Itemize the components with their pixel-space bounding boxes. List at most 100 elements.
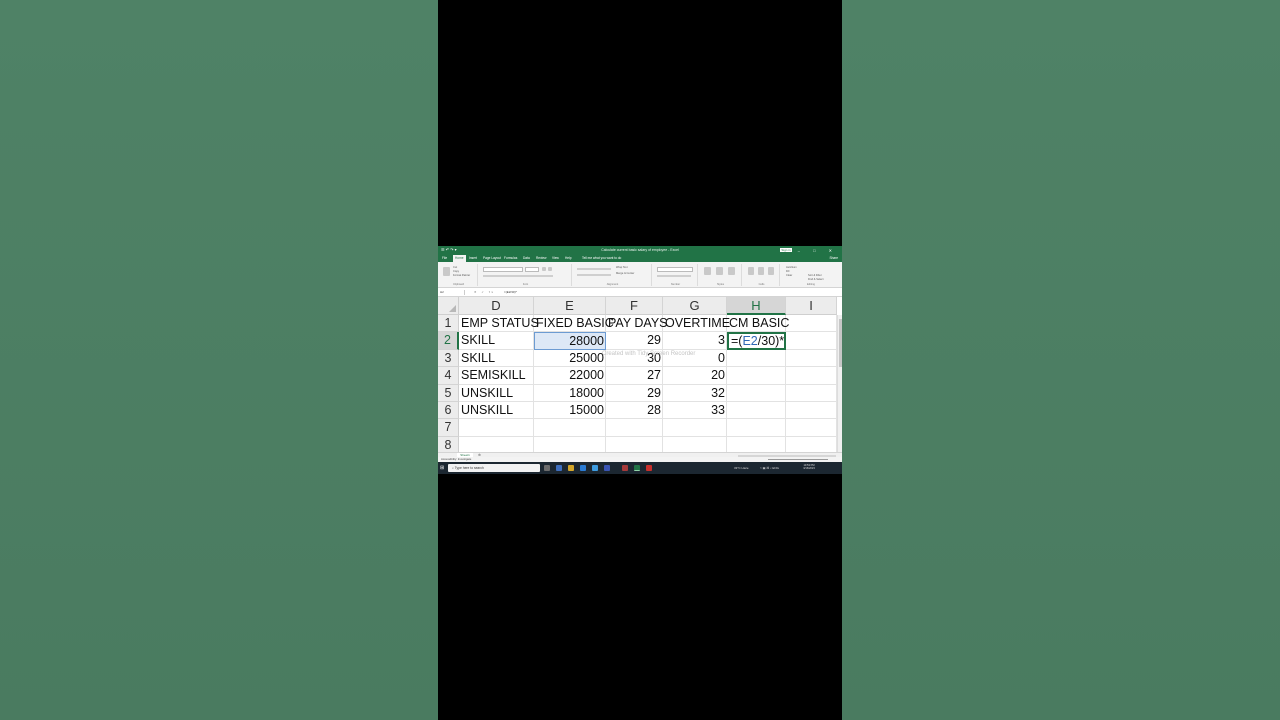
powerpoint-icon[interactable]: [622, 464, 628, 471]
tab-insert[interactable]: Insert: [469, 255, 477, 262]
cell-f4[interactable]: 27: [606, 367, 663, 385]
format-painter-button[interactable]: Format Painter: [453, 274, 470, 277]
file-explorer-icon[interactable]: [568, 464, 574, 471]
cell-i3[interactable]: [786, 349, 837, 368]
formula-input[interactable]: =(E2/30)*: [504, 290, 517, 295]
autosum-button[interactable]: AutoSum: [786, 266, 797, 269]
grow-font-icon[interactable]: [542, 267, 546, 271]
clear-button[interactable]: Clear: [786, 274, 792, 277]
tab-help[interactable]: Help: [565, 255, 572, 262]
delete-cells-icon[interactable]: [758, 267, 764, 275]
tell-me-search[interactable]: Tell me what you want to do: [582, 255, 621, 262]
vertical-scrollbar-thumb[interactable]: [839, 319, 842, 367]
column-header-h[interactable]: H: [727, 297, 786, 315]
cell-d7[interactable]: [459, 419, 534, 437]
cell-h3[interactable]: [727, 349, 786, 368]
cell-d6[interactable]: UNSKILL: [459, 402, 534, 420]
row-header-1[interactable]: 1: [438, 315, 459, 333]
taskbar-clock[interactable]: 10:53 PM 3/16/2023: [800, 464, 818, 471]
cut-button[interactable]: Cut: [453, 266, 457, 269]
tab-file[interactable]: File: [442, 255, 447, 262]
cell-d1[interactable]: EMP STATUS: [459, 315, 539, 333]
row-header-4[interactable]: 4: [438, 367, 459, 385]
cell-e5[interactable]: 18000: [534, 384, 606, 402]
cell-i7[interactable]: [786, 419, 837, 437]
copy-button[interactable]: Copy: [453, 270, 459, 273]
cell-d3[interactable]: SKILL: [459, 349, 534, 368]
cell-e7[interactable]: [534, 419, 606, 437]
mail-icon[interactable]: [580, 464, 586, 471]
paste-icon[interactable]: [443, 267, 450, 276]
store-icon[interactable]: [592, 464, 598, 471]
share-button[interactable]: Share: [829, 255, 838, 262]
cell-i1[interactable]: [786, 315, 837, 333]
cell-e4[interactable]: 22000: [534, 367, 606, 385]
formula-buttons[interactable]: ✕ ✓ fx: [474, 290, 495, 295]
system-tray-icons[interactable]: ˄ ▣ ⌘ ♪ ENG: [760, 465, 779, 471]
merge-center-button[interactable]: Merge & Center: [616, 272, 634, 275]
tab-page-layout[interactable]: Page Layout: [483, 255, 501, 262]
cell-g4[interactable]: 20: [663, 367, 727, 385]
row-header-6[interactable]: 6: [438, 402, 459, 420]
column-header-f[interactable]: F: [606, 297, 663, 315]
cell-g5[interactable]: 32: [663, 384, 727, 402]
column-header-i[interactable]: I: [786, 297, 837, 315]
cell-g1[interactable]: OVERTIME: [663, 315, 730, 333]
cell-i5[interactable]: [786, 384, 837, 402]
align-bottom-row[interactable]: [577, 274, 611, 276]
align-top-row[interactable]: [577, 268, 611, 270]
cell-f6[interactable]: 28: [606, 402, 663, 420]
cell-f5[interactable]: 29: [606, 384, 663, 402]
name-box[interactable]: H2: [439, 290, 465, 295]
cell-f2[interactable]: 29: [606, 332, 663, 350]
window-controls[interactable]: – □ ✕: [798, 248, 838, 253]
find-select-button[interactable]: Find & Select: [808, 278, 823, 281]
start-button-icon[interactable]: ⊞: [440, 465, 444, 471]
select-all-button[interactable]: [438, 297, 459, 315]
cell-g2[interactable]: 3: [663, 332, 727, 350]
tab-view[interactable]: View: [552, 255, 559, 262]
number-format-row[interactable]: [657, 275, 691, 277]
tab-formulas[interactable]: Formulas: [504, 255, 517, 262]
row-header-3[interactable]: 3: [438, 349, 459, 368]
cell-d2[interactable]: SKILL: [459, 332, 534, 350]
weather-widget[interactable]: 33°C Haze: [734, 465, 749, 471]
conditional-formatting-icon[interactable]: [704, 267, 711, 275]
cell-i6[interactable]: [786, 402, 837, 420]
column-header-d[interactable]: D: [459, 297, 534, 315]
row-header-2[interactable]: 2: [438, 332, 459, 350]
format-as-table-icon[interactable]: [716, 267, 723, 275]
cell-h1[interactable]: CM BASIC: [727, 315, 789, 333]
worksheet-grid[interactable]: D E F G H I 1 2 3 4 5 6 7 8 EMP STATUS F…: [438, 297, 842, 455]
insert-cells-icon[interactable]: [748, 267, 754, 275]
cell-e3[interactable]: 25000: [534, 349, 606, 368]
row-header-5[interactable]: 5: [438, 384, 459, 402]
cell-g6[interactable]: 33: [663, 402, 727, 420]
cell-f7[interactable]: [606, 419, 663, 437]
cell-h4[interactable]: [727, 367, 786, 385]
cell-e6[interactable]: 15000: [534, 402, 606, 420]
excel-taskbar-icon[interactable]: [634, 464, 640, 471]
tab-home[interactable]: Home: [453, 255, 466, 262]
number-format-dropdown[interactable]: [657, 267, 693, 272]
row-header-7[interactable]: 7: [438, 419, 459, 437]
cell-e1[interactable]: FIXED BASIC: [534, 315, 614, 333]
cell-i4[interactable]: [786, 367, 837, 385]
sign-in-button[interactable]: Sign in: [780, 248, 792, 252]
edge-browser-icon[interactable]: [556, 464, 562, 471]
task-view-icon[interactable]: [544, 464, 550, 471]
cell-i2[interactable]: [786, 332, 837, 350]
cell-d5[interactable]: UNSKILL: [459, 384, 534, 402]
font-name-dropdown[interactable]: [483, 267, 523, 272]
fill-button[interactable]: Fill: [786, 270, 789, 273]
tab-review[interactable]: Review: [536, 255, 546, 262]
cell-h6[interactable]: [727, 402, 786, 420]
taskbar-search-input[interactable]: ⌕ Type here to search: [448, 464, 540, 472]
shrink-font-icon[interactable]: [548, 267, 552, 271]
tab-data[interactable]: Data: [523, 255, 530, 262]
font-size-dropdown[interactable]: [525, 267, 539, 272]
cell-f1[interactable]: PAY DAYS: [606, 315, 668, 333]
cell-e2[interactable]: 28000: [534, 332, 606, 350]
zoom-slider[interactable]: [768, 459, 828, 460]
cell-d4[interactable]: SEMISKILL: [459, 367, 534, 385]
